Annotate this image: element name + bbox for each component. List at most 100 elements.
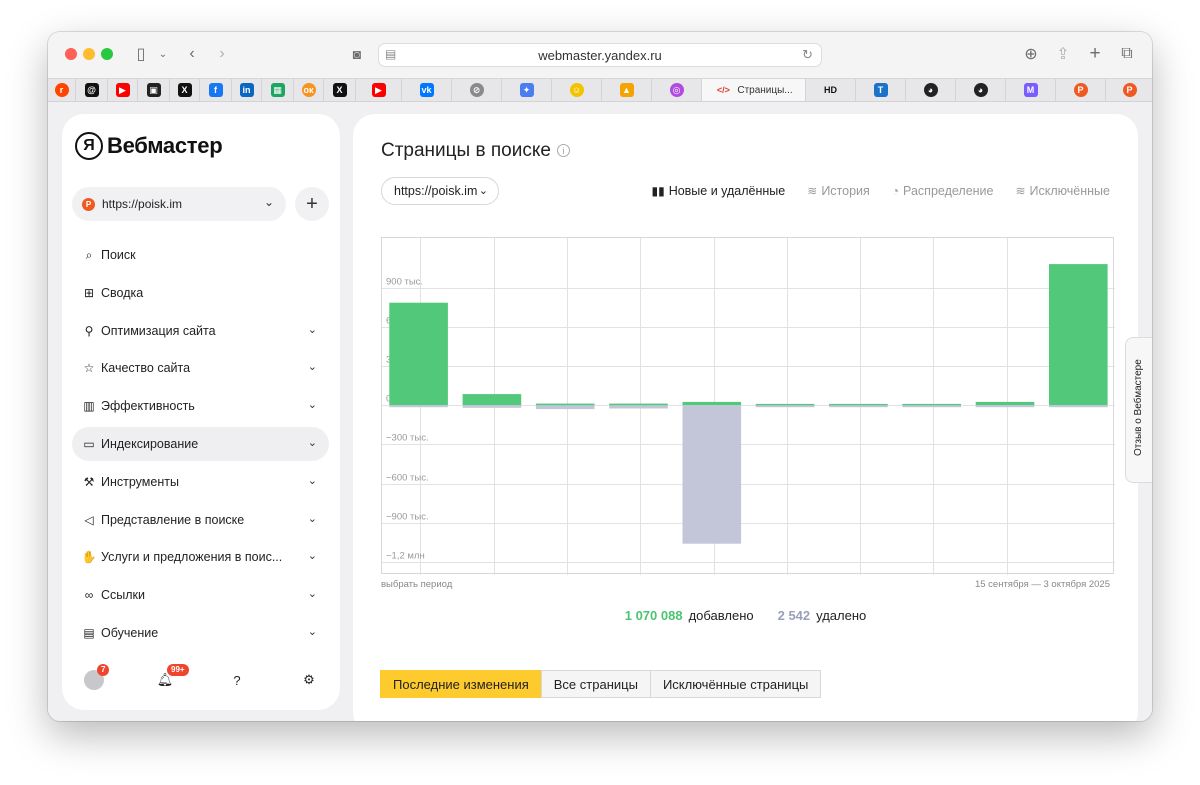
forward-icon[interactable]: › xyxy=(214,43,230,65)
deleted-bar xyxy=(902,405,961,408)
browser-tab[interactable]: ☺ xyxy=(552,79,602,101)
browser-tab[interactable]: ◎ xyxy=(652,79,702,101)
sidebar-item[interactable]: ∞ Ссылки ⌄ xyxy=(72,578,329,612)
browser-tab[interactable]: ⊘ xyxy=(452,79,502,101)
tab-overview-icon[interactable]: ⧉ xyxy=(1118,43,1136,65)
chevron-down-icon: ⌄ xyxy=(307,361,317,374)
webmaster-logo[interactable]: Я Вебмастер xyxy=(75,132,223,160)
browser-tab[interactable]: M xyxy=(1006,79,1056,101)
gear-icon[interactable]: ⚙ xyxy=(298,669,320,691)
chevron-down-icon: ⌄ xyxy=(307,625,317,638)
help-icon[interactable]: ? xyxy=(226,669,248,691)
sidebar-item[interactable]: ⚒ Инструменты ⌄ xyxy=(72,465,329,499)
browser-tab[interactable]: vk xyxy=(402,79,452,101)
download-icon[interactable]: ⊕ xyxy=(1022,43,1040,65)
browser-tab[interactable]: P xyxy=(1106,79,1152,101)
reddit-icon: r xyxy=(54,83,69,97)
browser-tab[interactable]: X xyxy=(324,79,356,101)
deleted-bar xyxy=(535,405,595,410)
sidebar-footer: 7 🔔︎ 99+ ? ⚙ xyxy=(62,659,340,699)
pie-icon: ◔ xyxy=(891,184,900,198)
y-tick-label: −900 тыс. xyxy=(386,512,429,523)
browser-tab[interactable]: ▦ xyxy=(262,79,294,101)
sidebar-item[interactable]: ▥ Эффективность ⌄ xyxy=(72,389,329,423)
view-tab[interactable]: ≋ История xyxy=(807,184,870,198)
back-icon[interactable]: ‹ xyxy=(184,43,200,65)
sidebar-item[interactable]: ⊞ Сводка xyxy=(72,276,329,310)
star-icon: ☆ xyxy=(83,361,95,376)
sidebar-item[interactable]: ▭ Индексирование ⌄ xyxy=(72,426,329,461)
view-tab[interactable]: ≋ Исключённые xyxy=(1015,184,1110,198)
browser-tab[interactable]: T xyxy=(856,79,906,101)
zoom-window-button[interactable] xyxy=(101,48,113,60)
link-icon: ∞ xyxy=(84,588,94,603)
period-link[interactable]: выбрать период xyxy=(381,579,452,590)
reload-icon[interactable]: ↻ xyxy=(802,47,813,63)
browser-tab[interactable]: P xyxy=(1056,79,1106,101)
chevron-down-icon: ⌄ xyxy=(307,436,317,449)
sidebar-item[interactable]: ▤ Обучение ⌄ xyxy=(72,616,329,650)
sidebar-item[interactable]: ⚲ Оптимизация сайта ⌄ xyxy=(72,314,329,348)
view-tab[interactable]: ◔ Распределение xyxy=(892,184,994,198)
camera-icon[interactable]: ◙ xyxy=(348,43,366,65)
browser-tab[interactable]: r xyxy=(48,79,76,101)
analytics-icon: ▲ xyxy=(619,83,634,97)
sidebar-item[interactable]: ⌕ Поиск xyxy=(72,238,329,272)
address-bar[interactable]: ▤ webmaster.yandex.ru ↻ xyxy=(378,43,822,67)
excluded-pages-button[interactable]: Исключённые страницы xyxy=(649,670,822,698)
sidebar-item-label: Сводка xyxy=(101,285,144,300)
pages-chart: 900 тыс.600 тыс.300 тыс.0−300 тыс.−600 т… xyxy=(381,237,1115,575)
browser-tab[interactable]: X xyxy=(170,79,200,101)
browser-tab[interactable]: ▲ xyxy=(602,79,652,101)
sidebar-toggle-icon[interactable]: ▯ xyxy=(132,43,150,65)
sidebar-item[interactable]: ✋ Услуги и предложения в поис... ⌄ xyxy=(72,540,329,574)
bell-icon[interactable]: 🔔︎ 99+ xyxy=(154,664,189,691)
page-title: Страницы в поиске i xyxy=(381,140,570,162)
url-selector[interactable]: https://poisk.im ⌄ xyxy=(381,177,499,205)
view-tab-label: Новые и удалённые xyxy=(668,184,786,198)
browser-tab[interactable]: ▣ xyxy=(138,79,170,101)
poisk-icon: P xyxy=(1073,83,1088,97)
new-tab-icon[interactable]: + xyxy=(1086,43,1104,65)
browser-tab[interactable]: ✦ xyxy=(502,79,552,101)
minimize-window-button[interactable] xyxy=(83,48,95,60)
chevron-down-icon: ⌄ xyxy=(307,512,317,525)
browser-tab[interactable]: ▶ xyxy=(108,79,138,101)
browser-tab[interactable]: HD xyxy=(806,79,856,101)
deleted-label: удалено xyxy=(816,608,867,623)
browser-tab[interactable]: </> Страницы... xyxy=(702,79,806,101)
chevron-down-icon[interactable]: ⌄ xyxy=(156,43,170,65)
yandex-logo-icon: Я xyxy=(75,132,103,160)
notifications-badge: 99+ xyxy=(167,664,189,676)
browser-tab[interactable]: ◕ xyxy=(906,79,956,101)
sidebar-item[interactable]: ◁ Представление в поиске ⌄ xyxy=(72,503,329,537)
recent-changes-button[interactable]: Последние изменения xyxy=(380,670,542,698)
browser-tab[interactable]: @ xyxy=(76,79,108,101)
share-icon[interactable]: ⇪ xyxy=(1054,43,1072,65)
site-selector[interactable]: P https://poisk.im ⌄ xyxy=(72,187,286,221)
user-avatar-button[interactable]: 7 xyxy=(83,664,110,691)
sidebar-nav: ⌕ Поиск ⊞ Сводка ⚲ Оптимизация сайта ⌄ ☆ Качеств… xyxy=(72,238,329,654)
chevron-down-icon: ⌄ xyxy=(307,474,317,487)
close-window-button[interactable] xyxy=(65,48,77,60)
url-selector-value: https://poisk.im xyxy=(394,184,478,198)
sidebar-item-label: Представление в поиске xyxy=(101,512,245,527)
site-favicon-icon: P xyxy=(82,197,95,211)
view-tab[interactable]: ▮▮ Новые и удалённые xyxy=(651,184,785,198)
add-site-button[interactable]: + xyxy=(295,187,329,221)
threads-icon: @ xyxy=(84,83,99,97)
browser-tab[interactable]: in xyxy=(232,79,262,101)
info-icon[interactable]: i xyxy=(556,144,570,157)
browser-tab[interactable]: f xyxy=(200,79,232,101)
browser-tab[interactable]: ок xyxy=(294,79,324,101)
added-bar xyxy=(682,401,742,406)
all-pages-button[interactable]: Все страницы xyxy=(540,670,651,698)
sidebar-item-label: Услуги и предложения в поис... xyxy=(101,550,283,565)
sidebar-item[interactable]: ☆ Качество сайта ⌄ xyxy=(72,351,329,385)
facebook-icon: f xyxy=(208,83,223,97)
browser-tab[interactable]: ◕ xyxy=(956,79,1006,101)
summary: 1 070 088 добавлено 2 542 удалено xyxy=(353,608,1138,623)
browser-tab[interactable]: ▶ xyxy=(356,79,402,101)
y-tick-label: 900 тыс. xyxy=(386,277,423,288)
feedback-tab[interactable]: Отзыв о Вебмастере xyxy=(1125,337,1152,483)
